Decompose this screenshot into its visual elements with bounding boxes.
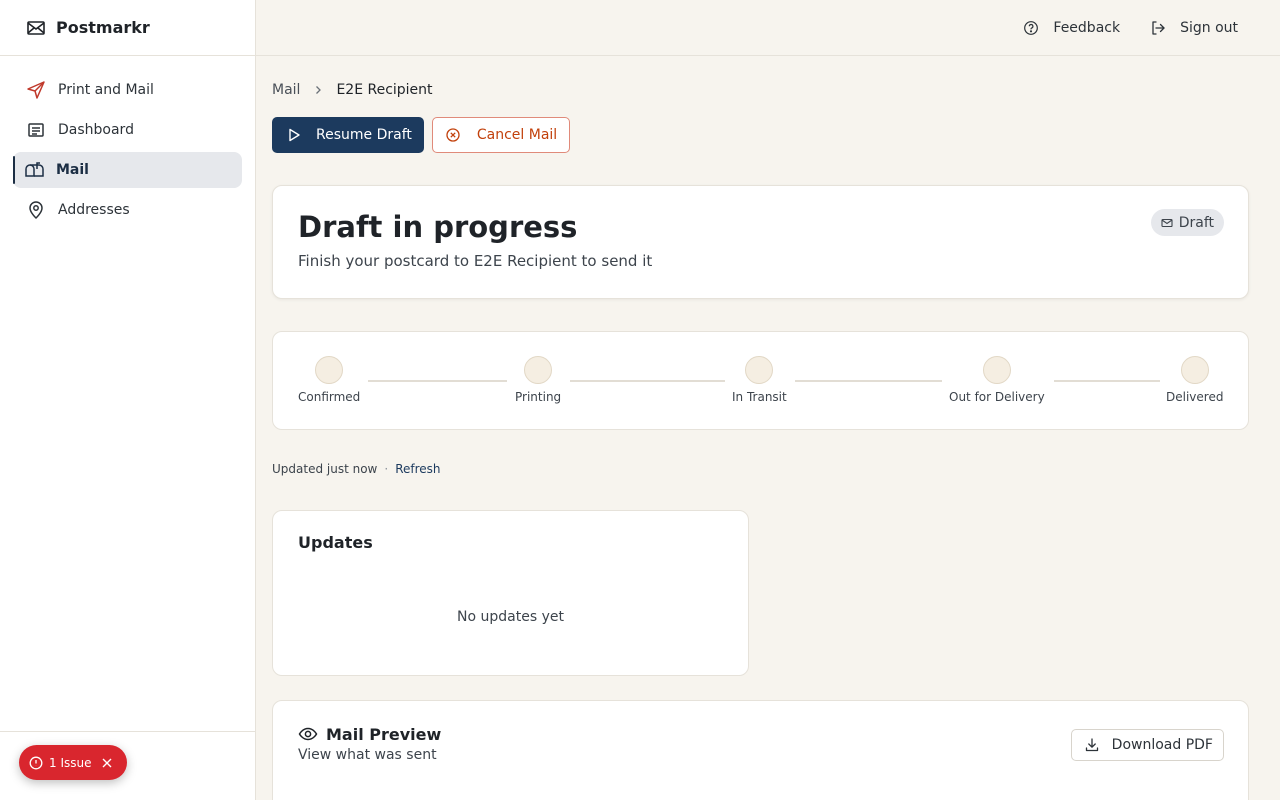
- app-name: Postmarkr: [56, 18, 150, 37]
- cancel-mail-button[interactable]: Cancel Mail: [431, 117, 571, 153]
- step-indicator: [524, 356, 553, 384]
- step-indicator: [1180, 356, 1209, 384]
- tracker-step-in-transit: In Transit: [732, 356, 787, 404]
- refresh-link[interactable]: Refresh: [395, 462, 440, 476]
- updated-text: Updated just now: [272, 462, 378, 476]
- send-icon: [26, 80, 46, 100]
- step-indicator: [745, 356, 774, 384]
- map-pin-icon: [26, 200, 46, 220]
- feedback-button[interactable]: Feedback: [1023, 20, 1120, 36]
- top-bar: Feedback Sign out: [256, 0, 1280, 56]
- tracker-connector: [368, 380, 507, 382]
- tracker-connector: [795, 380, 942, 382]
- x-circle-icon: [445, 127, 461, 143]
- tracker-step-printing: Printing: [515, 356, 561, 404]
- feedback-label: Feedback: [1053, 19, 1121, 36]
- issue-badge-label: 1 Issue: [49, 755, 92, 770]
- step-label: Out for Delivery: [949, 390, 1045, 404]
- brand[interactable]: Postmarkr: [0, 0, 255, 56]
- resume-draft-button[interactable]: Resume Draft: [272, 117, 424, 153]
- step-label: In Transit: [732, 390, 787, 404]
- chevron-right-icon: [312, 84, 324, 96]
- delivery-tracker: Confirmed Printing In Transit Out for De…: [272, 331, 1249, 430]
- step-label: Delivered: [1166, 390, 1224, 404]
- sidebar-item-label: Print and Mail: [58, 82, 154, 98]
- close-icon[interactable]: [101, 757, 113, 769]
- tracker-step-confirmed: Confirmed: [298, 356, 360, 404]
- last-updated: Updated just now · Refresh: [272, 462, 441, 476]
- resume-draft-label: Resume Draft: [316, 127, 412, 143]
- mailbox-icon: [24, 160, 44, 180]
- sidebar: Postmarkr Print and Mail Dashboard Mail …: [0, 0, 256, 800]
- sign-out-label: Sign out: [1180, 19, 1238, 36]
- status-card: Draft in progress Finish your postcard t…: [272, 185, 1249, 299]
- download-icon: [1084, 737, 1100, 753]
- tracker-step-delivered: Delivered: [1166, 356, 1223, 404]
- breadcrumb-current: E2E Recipient: [336, 82, 433, 98]
- separator: ·: [384, 462, 389, 476]
- sidebar-item-dashboard[interactable]: Dashboard: [13, 112, 242, 148]
- issue-badge[interactable]: 1 Issue: [19, 745, 128, 780]
- mail-preview-subtitle: View what was sent: [298, 747, 437, 763]
- status-badge: Draft: [1150, 209, 1224, 236]
- mail-preview-header: Mail Preview: [298, 724, 441, 744]
- alert-circle-icon: [29, 756, 43, 770]
- log-out-icon: [1150, 20, 1166, 36]
- tracker-connector: [1054, 380, 1160, 382]
- status-subtitle: Finish your postcard to E2E Recipient to…: [298, 252, 653, 270]
- envelope-icon: [26, 18, 46, 38]
- sidebar-item-label: Addresses: [58, 202, 130, 218]
- cancel-mail-label: Cancel Mail: [476, 127, 558, 143]
- updates-title: Updates: [298, 533, 373, 552]
- sidebar-item-label: Dashboard: [58, 122, 134, 138]
- tracker-connector: [570, 380, 725, 382]
- breadcrumb-mail-link[interactable]: Mail: [272, 82, 300, 98]
- step-indicator: [982, 356, 1011, 384]
- sidebar-item-addresses[interactable]: Addresses: [13, 192, 242, 228]
- updates-card: Updates No updates yet: [272, 510, 749, 676]
- play-icon: [286, 127, 302, 143]
- sidebar-item-print-and-mail[interactable]: Print and Mail: [13, 72, 242, 108]
- mail-preview-title: Mail Preview: [326, 724, 442, 744]
- step-label: Printing: [515, 390, 562, 404]
- mail-actions: Resume Draft Cancel Mail: [272, 117, 571, 153]
- breadcrumb: Mail E2E Recipient: [272, 82, 433, 98]
- sidebar-item-mail[interactable]: Mail: [13, 152, 242, 188]
- tracker-step-out-for-delivery: Out for Delivery: [949, 356, 1045, 404]
- mail-icon: [1161, 217, 1173, 229]
- status-badge-label: Draft: [1178, 214, 1214, 231]
- help-circle-icon: [1023, 20, 1039, 36]
- download-pdf-button[interactable]: Download PDF: [1070, 729, 1224, 761]
- page-title: Draft in progress: [298, 210, 578, 244]
- step-label: Confirmed: [298, 390, 361, 404]
- step-indicator: [315, 356, 344, 384]
- sidebar-nav: Print and Mail Dashboard Mail Addresses: [0, 56, 255, 228]
- mail-preview-card: Mail Preview View what was sent Download…: [272, 700, 1249, 800]
- eye-icon: [298, 724, 318, 744]
- sidebar-footer: 1 Issue: [0, 731, 255, 800]
- dashboard-icon: [26, 120, 46, 140]
- sign-out-button[interactable]: Sign out: [1150, 20, 1238, 36]
- updates-empty-state: No updates yet: [457, 609, 564, 625]
- sidebar-item-label: Mail: [56, 162, 89, 178]
- download-pdf-label: Download PDF: [1111, 737, 1213, 753]
